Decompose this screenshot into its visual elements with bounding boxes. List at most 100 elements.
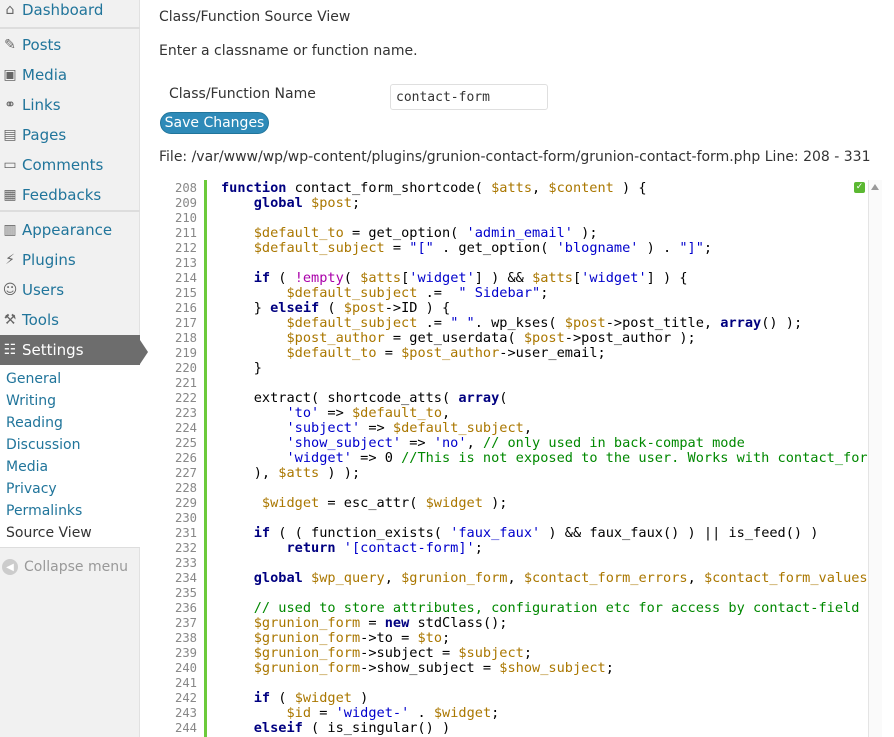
- menu-pages[interactable]: ▤ Pages: [0, 120, 140, 150]
- page-icon: ▤: [3, 127, 17, 143]
- submenu-discussion[interactable]: Discussion: [6, 437, 80, 453]
- status-ok-icon: ✓: [854, 182, 865, 193]
- menu-feedbacks[interactable]: ▦ Feedbacks: [0, 180, 140, 210]
- line-number: 242: [174, 691, 197, 705]
- code-line: } elseif ( $post->ID ) {: [221, 300, 451, 316]
- submenu-source-view[interactable]: Source View: [6, 525, 92, 541]
- line-number-gutter: 208 209 210 211 212 213 214 215 216 217 218 219 220 2…: [159, 178, 204, 737]
- code-line: elseif ( is_singular() ): [253, 720, 451, 736]
- line-number: 227: [174, 466, 197, 480]
- code-line: if ( $widget ): [253, 690, 369, 706]
- code-line: }: [221, 360, 262, 376]
- settings-submenu: General Writing Reading Discussion Media…: [0, 365, 140, 548]
- menu-dashboard[interactable]: ⌂ Dashboard: [0, 0, 140, 25]
- file-info: File: /var/www/wp/wp-content/plugins/gru…: [159, 149, 871, 165]
- menu-appearance[interactable]: ▥ Appearance: [0, 215, 140, 245]
- line-number: 239: [174, 646, 197, 660]
- code-line: return '[contact-form]';: [286, 540, 483, 556]
- code-line: $grunion_form->subject = $subject;: [253, 645, 533, 661]
- code-line: $default_subject = "[" . get_option( 'bl…: [253, 240, 713, 256]
- code-line: 'show_subject' => 'no', // only used in …: [286, 435, 745, 451]
- line-number: 235: [174, 586, 197, 600]
- submenu-permalinks[interactable]: Permalinks: [6, 503, 82, 519]
- code-line: $default_to = get_option( 'admin_email' …: [253, 225, 598, 241]
- line-number: 231: [174, 526, 197, 540]
- users-icon: ☺: [2, 282, 18, 298]
- line-number: 222: [174, 391, 197, 405]
- line-number: 226: [174, 451, 197, 465]
- collapse-menu-button[interactable]: ◀ Collapse menu: [0, 555, 140, 579]
- code-line: $widget = esc_attr( $widget );: [261, 495, 508, 511]
- code-line: 'to' => $default_to,: [286, 405, 451, 421]
- collapse-arrow-icon: ◀: [2, 559, 18, 575]
- submenu-general[interactable]: General: [6, 371, 61, 387]
- line-number: 216: [174, 301, 197, 315]
- line-number: 236: [174, 601, 197, 615]
- line-number: 234: [174, 571, 197, 585]
- line-number: 244: [174, 721, 197, 735]
- code-line: $default_subject .= " ". wp_kses( $post-…: [286, 315, 803, 331]
- line-number: 230: [174, 511, 197, 525]
- code-line: $grunion_form->show_subject = $show_subj…: [253, 660, 614, 676]
- submenu-writing[interactable]: Writing: [6, 393, 56, 409]
- code-line: // used to store attributes, configurati…: [253, 600, 868, 616]
- line-number: 208: [174, 181, 197, 195]
- line-number: 220: [174, 361, 197, 375]
- line-number: 233: [174, 556, 197, 570]
- menu-label: Pages: [22, 126, 67, 144]
- line-number: 214: [174, 271, 197, 285]
- menu-label: Feedbacks: [22, 186, 102, 204]
- menu-tools[interactable]: ⚒ Tools: [0, 305, 140, 335]
- code-line: $grunion_form = new stdClass();: [253, 615, 508, 631]
- line-number: 232: [174, 541, 197, 555]
- collapse-label: Collapse menu: [24, 559, 128, 575]
- code-line: if ( !empty( $atts['widget'] ) && $atts[…: [253, 270, 688, 286]
- line-number: 224: [174, 421, 197, 435]
- menu-label: Posts: [22, 36, 62, 54]
- link-icon: ⚭: [4, 97, 16, 113]
- submenu-media[interactable]: Media: [6, 459, 48, 475]
- code-area: function contact_form_shortcode( $atts, …: [221, 178, 868, 737]
- code-line: $default_subject .= " Sidebar";: [286, 285, 549, 301]
- submenu-reading[interactable]: Reading: [6, 415, 63, 431]
- admin-sidebar: ⌂ Dashboard ✎ Posts ▣ Media ⚭ Links ▤ Pa…: [0, 0, 140, 737]
- menu-comments[interactable]: ▭ Comments: [0, 150, 140, 180]
- line-number: 219: [174, 346, 197, 360]
- code-line: $id = 'widget-' . $widget;: [286, 705, 500, 721]
- menu-label: Links: [22, 96, 61, 114]
- menu-separator: [0, 27, 140, 29]
- gutter-marker-bar: [204, 180, 207, 737]
- tools-icon: ⚒: [3, 312, 17, 328]
- code-line: $post_author = get_userdata( $post->post…: [286, 330, 696, 346]
- line-number: 238: [174, 631, 197, 645]
- menu-settings[interactable]: ☷ Settings: [0, 335, 140, 365]
- line-number: 221: [174, 376, 197, 390]
- pin-icon: ✎: [4, 37, 16, 53]
- code-line: global $wp_query, $grunion_form, $contac…: [253, 570, 868, 586]
- scroll-up-icon[interactable]: [871, 184, 879, 190]
- submenu-privacy[interactable]: Privacy: [6, 481, 57, 497]
- save-changes-button[interactable]: Save Changes: [160, 112, 269, 134]
- current-menu-arrow: [140, 340, 148, 364]
- line-number: 223: [174, 406, 197, 420]
- menu-users[interactable]: ☺ Users: [0, 275, 140, 305]
- code-line: 'widget' => 0 //This is not exposed to t…: [286, 450, 868, 466]
- code-line: function contact_form_shortcode( $atts, …: [221, 180, 647, 196]
- menu-label: Dashboard: [22, 1, 104, 19]
- code-scrollbar[interactable]: [868, 180, 882, 737]
- menu-label: Users: [22, 281, 65, 299]
- menu-links[interactable]: ⚭ Links: [0, 90, 140, 120]
- line-number: 243: [174, 706, 197, 720]
- menu-label: Media: [22, 66, 68, 84]
- line-number: 212: [174, 241, 197, 255]
- menu-label: Plugins: [22, 251, 76, 269]
- code-line: ), $atts ) );: [221, 465, 361, 481]
- menu-plugins[interactable]: ⚡ Plugins: [0, 245, 140, 275]
- class-function-name-input[interactable]: [390, 84, 548, 110]
- line-number: 225: [174, 436, 197, 450]
- line-number: 217: [174, 316, 197, 330]
- line-number: 209: [174, 196, 197, 210]
- line-number: 218: [174, 331, 197, 345]
- menu-media[interactable]: ▣ Media: [0, 60, 140, 90]
- menu-posts[interactable]: ✎ Posts: [0, 30, 140, 60]
